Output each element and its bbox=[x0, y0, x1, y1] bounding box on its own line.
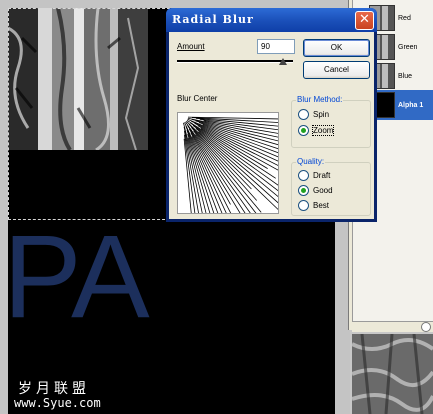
watermark-cn: 岁月联盟 bbox=[18, 381, 90, 397]
radio-draft-label: Draft bbox=[313, 171, 331, 180]
amount-label: Amount bbox=[177, 42, 205, 51]
canvas-big-text: PA bbox=[8, 211, 150, 343]
quality-label: Quality: bbox=[296, 157, 326, 166]
dialog-title: Radial Blur bbox=[172, 13, 254, 26]
radio-zoom-circle[interactable] bbox=[298, 125, 309, 136]
channel-label: Green bbox=[398, 43, 418, 51]
radio-spin-circle[interactable] bbox=[298, 109, 309, 120]
radial-blur-dialog: Radial Blur ✕ Amount 90 OK Cancel Blur C… bbox=[166, 8, 377, 222]
radio-spin-label: Spin bbox=[313, 110, 330, 119]
radio-zoom[interactable]: Zoom bbox=[298, 125, 335, 136]
dialog-titlebar[interactable]: Radial Blur ✕ bbox=[166, 8, 377, 32]
radio-best-label: Best bbox=[313, 201, 330, 210]
dialog-body: Amount 90 OK Cancel Blur Center Blur Met… bbox=[169, 32, 374, 219]
radio-good-circle[interactable] bbox=[298, 185, 309, 196]
blur-method-label: Blur Method: bbox=[296, 95, 344, 104]
radio-draft[interactable]: Draft bbox=[298, 170, 330, 181]
blur-method-group: Blur Method: Spin Zoom bbox=[291, 95, 371, 148]
radio-draft-circle[interactable] bbox=[298, 170, 309, 181]
blur-ray bbox=[186, 120, 278, 210]
blur-ray bbox=[193, 130, 262, 213]
cancel-button[interactable]: Cancel bbox=[303, 61, 370, 79]
radio-zoom-label: Zoom bbox=[311, 125, 335, 136]
panel-scroll-icon[interactable] bbox=[421, 322, 431, 332]
channel-label: Red bbox=[398, 14, 411, 22]
blur-center-preview[interactable] bbox=[177, 112, 279, 214]
quality-group: Quality: Draft Good Best bbox=[291, 157, 371, 216]
blur-center-label: Blur Center bbox=[177, 94, 218, 103]
photo-thumbnail bbox=[352, 334, 433, 414]
watermark-url: www.Syue.com bbox=[14, 396, 101, 410]
amount-input[interactable]: 90 bbox=[257, 39, 295, 54]
amount-slider-handle[interactable] bbox=[279, 58, 287, 65]
radio-best[interactable]: Best bbox=[298, 200, 329, 211]
radio-best-circle[interactable] bbox=[298, 200, 309, 211]
radio-good-label: Good bbox=[313, 186, 333, 195]
amount-slider-track[interactable] bbox=[177, 60, 293, 63]
selection-marquee-left bbox=[8, 8, 9, 220]
radio-good[interactable]: Good bbox=[298, 185, 333, 196]
zoom-blur-preview-icon bbox=[183, 116, 278, 213]
ok-button[interactable]: OK bbox=[303, 39, 370, 57]
tree-photo bbox=[8, 8, 148, 150]
channel-label: Blue bbox=[398, 72, 413, 80]
close-icon[interactable]: ✕ bbox=[355, 11, 374, 30]
radio-spin[interactable]: Spin bbox=[298, 109, 329, 120]
channel-label: Alpha 1 bbox=[398, 101, 424, 109]
